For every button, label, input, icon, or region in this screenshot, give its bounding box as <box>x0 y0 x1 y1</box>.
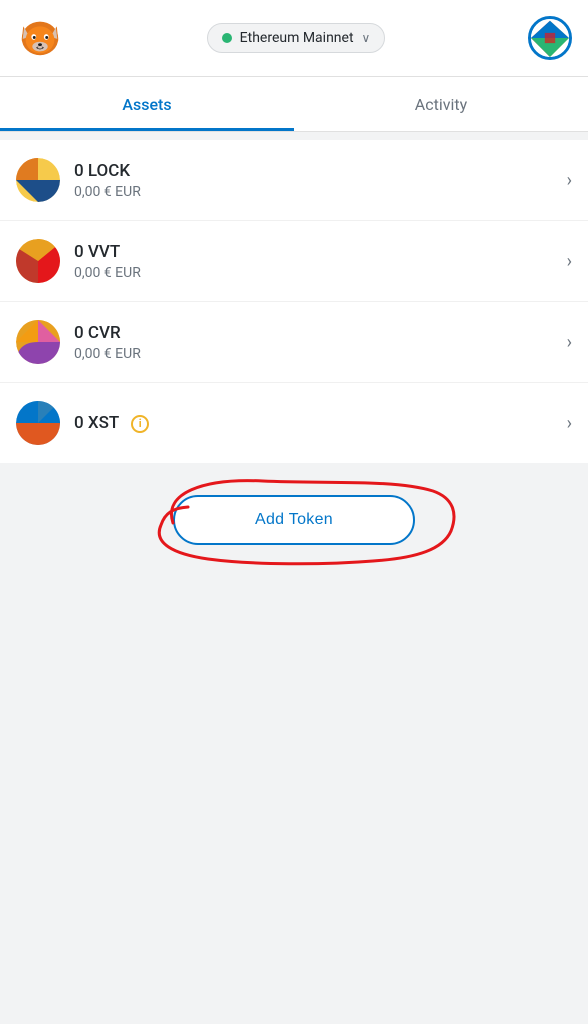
token-icon-lock <box>16 158 60 202</box>
network-status-dot <box>222 33 232 43</box>
token-name-lock: 0 LOCK <box>74 161 559 181</box>
app-header: Ethereum Mainnet ∨ <box>0 0 588 77</box>
token-name-cvr: 0 CVR <box>74 323 559 343</box>
metamask-logo <box>16 12 64 64</box>
tab-activity[interactable]: Activity <box>294 77 588 131</box>
token-icon-xst <box>16 401 60 445</box>
add-token-button[interactable]: Add Token <box>173 495 415 545</box>
token-info-xst: 0 XST i <box>74 413 559 433</box>
chevron-right-xst: › <box>567 413 572 434</box>
token-value-lock: 0,00 € EUR <box>74 184 559 200</box>
account-avatar[interactable] <box>528 16 572 60</box>
token-item-lock[interactable]: 0 LOCK 0,00 € EUR › <box>0 140 588 221</box>
token-item-vvt[interactable]: 0 VVT 0,00 € EUR › <box>0 221 588 302</box>
token-name-xst: 0 XST <box>74 413 119 433</box>
add-token-area: Add Token <box>0 463 588 585</box>
token-value-cvr: 0,00 € EUR <box>74 346 559 362</box>
token-item-cvr[interactable]: 0 CVR 0,00 € EUR › <box>0 302 588 383</box>
network-name-label: Ethereum Mainnet <box>240 30 354 46</box>
token-icon-cvr <box>16 320 60 364</box>
token-value-vvt: 0,00 € EUR <box>74 265 559 281</box>
token-item-xst[interactable]: 0 XST i › <box>0 383 588 463</box>
add-token-scribble-container: Add Token <box>173 495 415 545</box>
chevron-right-cvr: › <box>567 332 572 353</box>
network-selector[interactable]: Ethereum Mainnet ∨ <box>207 23 386 53</box>
token-icon-vvt <box>16 239 60 283</box>
chevron-right-vvt: › <box>567 251 572 272</box>
token-info-cvr: 0 CVR 0,00 € EUR <box>74 323 559 362</box>
token-list: 0 LOCK 0,00 € EUR › 0 VVT 0,00 € EUR › <box>0 140 588 463</box>
token-name-vvt: 0 VVT <box>74 242 559 262</box>
network-chevron-icon: ∨ <box>362 31 371 45</box>
chevron-right-lock: › <box>567 170 572 191</box>
main-tabs: Assets Activity <box>0 77 588 132</box>
token-info-lock: 0 LOCK 0,00 € EUR <box>74 161 559 200</box>
token-info-vvt: 0 VVT 0,00 € EUR <box>74 242 559 281</box>
info-icon-xst[interactable]: i <box>131 415 149 433</box>
tab-assets[interactable]: Assets <box>0 77 294 131</box>
